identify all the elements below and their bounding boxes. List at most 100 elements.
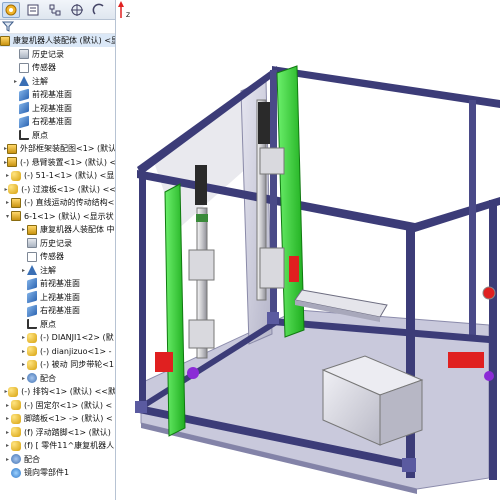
- tree-item[interactable]: ▸ (f) [ 零件11^康复机器人: [0, 439, 115, 452]
- tree-item[interactable]: 上视基准面: [0, 101, 115, 115]
- tree-item[interactable]: ▸ (-) 51-1<1> (默认) <显: [0, 169, 115, 182]
- expand-toggle[interactable]: ▸: [20, 267, 27, 274]
- tree-item[interactable]: 原点: [0, 318, 115, 331]
- tree-item[interactable]: ▾ 6-1<1> (默认) <显示状: [0, 210, 115, 223]
- tree-item-label: 脚踏板<1> -> (默认) <: [24, 414, 113, 423]
- tree-item-label: 右视基准面: [40, 306, 80, 315]
- assembly-icon: [11, 197, 21, 208]
- tree-item[interactable]: 上视基准面: [0, 290, 115, 304]
- property-manager-tab[interactable]: [24, 2, 42, 18]
- tree-item-label: 历史记录: [40, 238, 72, 248]
- filter-row: [0, 20, 115, 34]
- red-block-right: [448, 352, 484, 368]
- tree-item-label: (f) [ 零件11^康复机器人: [24, 441, 115, 450]
- expand-toggle[interactable]: ▸: [4, 172, 11, 179]
- tree-item-label: 康复机器人装配体 中: [40, 225, 115, 234]
- display-manager-tab[interactable]: [90, 2, 108, 18]
- feature-manager-tab[interactable]: [2, 1, 20, 18]
- tree-item-label: (f) 浮动踏脚<1> (默认): [24, 427, 111, 437]
- panel-tab-bar: [0, 0, 115, 20]
- tree-item-label: (-) 直线运动的传动结构<: [24, 198, 115, 207]
- tree-item[interactable]: ▸ 配合: [0, 453, 115, 466]
- tree-item[interactable]: 前视基准面: [0, 88, 115, 101]
- graphics-viewport[interactable]: Z: [117, 0, 500, 500]
- tree-root-assembly[interactable]: 康复机器人装配体 (默认) <显: [0, 34, 116, 47]
- tree-item-label: 历史记录: [32, 49, 64, 59]
- sensor-icon: [27, 251, 37, 262]
- plane-icon: [27, 277, 37, 290]
- tree-item[interactable]: ▸ (-) 过渡板<1> (默认) <<: [0, 183, 116, 196]
- tree-item[interactable]: ▸ 脚踏板<1> -> (默认) <: [0, 412, 115, 425]
- expand-toggle[interactable]: ▸: [20, 375, 27, 382]
- tree-item-label: (-) 51-1<1> (默认) <显: [24, 171, 115, 180]
- expand-toggle[interactable]: ▸: [4, 199, 11, 206]
- plane-icon: [19, 115, 29, 128]
- tree-item[interactable]: 右视基准面: [0, 115, 115, 128]
- tree-item[interactable]: ▸ (-) dianjizuo<1> -: [0, 345, 115, 358]
- expand-toggle[interactable]: ▸: [4, 442, 11, 449]
- tree-item-label: 原点: [32, 130, 48, 140]
- tree-root-label: 康复机器人装配体 (默认) <显: [13, 36, 116, 45]
- expand-toggle[interactable]: ▸: [20, 334, 27, 341]
- configuration-manager-tab[interactable]: [46, 2, 64, 18]
- annotation-icon: [27, 265, 37, 275]
- tree-item[interactable]: 传感器: [0, 250, 115, 263]
- tree-item[interactable]: ▸ (-) 固定尔<1> (默认) <: [0, 399, 115, 412]
- tree-item[interactable]: 历史记录: [0, 237, 115, 250]
- expand-toggle[interactable]: ▸: [4, 415, 11, 422]
- rear-motor: [258, 102, 270, 144]
- tree-item[interactable]: 历史记录: [0, 48, 115, 61]
- expand-toggle[interactable]: ▸: [4, 402, 11, 409]
- tree-item[interactable]: ▸ 注解: [0, 75, 115, 88]
- assembly-icon: [7, 157, 18, 167]
- expand-toggle[interactable]: ▸: [4, 429, 11, 436]
- tree-item[interactable]: ▸ (f) 浮动踏脚<1> (默认): [0, 426, 115, 439]
- expand-toggle[interactable]: ▾: [4, 213, 11, 220]
- tree-item[interactable]: ▸ 配合: [0, 372, 115, 385]
- part-icon: [27, 359, 37, 370]
- tree-item[interactable]: 传感器: [0, 61, 115, 74]
- tree-item[interactable]: 前视基准面: [0, 277, 115, 290]
- tree-item[interactable]: ▸ (-) 被动 同步带轮<1: [0, 358, 115, 371]
- part-icon: [27, 346, 37, 356]
- right-caster: [482, 286, 496, 300]
- tree-item-label: 原点: [40, 319, 56, 329]
- tree-item[interactable]: ▸ 康复机器人装配体 中: [0, 223, 115, 236]
- expand-toggle[interactable]: ▸: [4, 456, 11, 463]
- tree-item[interactable]: ▸ (-) 直线运动的传动结构<: [0, 196, 115, 209]
- right-caster-2: [484, 371, 494, 381]
- tree-item[interactable]: 原点: [0, 129, 115, 142]
- assembly-model: [135, 65, 500, 494]
- expand-toggle[interactable]: ▸: [20, 361, 27, 368]
- tree-item-label: (-) 悬臂装置<1> (默认) <: [20, 157, 116, 167]
- tree-item[interactable]: 镜向零部件1: [0, 466, 115, 479]
- red-block-left: [155, 352, 173, 372]
- triad-z-label: Z: [126, 12, 130, 19]
- expand-toggle[interactable]: ▸: [20, 226, 27, 233]
- dimxpert-tab[interactable]: [68, 2, 86, 18]
- part-icon: [11, 400, 21, 410]
- tree-item-label: 6-1<1> (默认) <显示状: [24, 211, 114, 221]
- expand-toggle[interactable]: ▸: [12, 78, 19, 85]
- tree-item[interactable]: ▸ (-) 排钩<1> (默认) <<默: [0, 385, 115, 398]
- part-icon: [8, 184, 19, 194]
- corner-bracket-1: [135, 401, 147, 413]
- mirror-icon: [11, 467, 21, 478]
- tree-item[interactable]: ▸ 外部框架装配图<1> (默认: [0, 142, 115, 155]
- part-icon: [11, 170, 21, 181]
- expand-toggle[interactable]: ▸: [20, 348, 27, 355]
- assembly-icon: [7, 143, 18, 154]
- tree-item[interactable]: ▸ 注解: [0, 264, 115, 277]
- corner-bracket-2: [267, 312, 279, 324]
- tree-item[interactable]: 右视基准面: [0, 304, 115, 317]
- tree-item[interactable]: ▸ (-) 悬臂装置<1> (默认) <: [0, 156, 116, 169]
- tree-item-label: (-) 过渡板<1> (默认) <<: [21, 184, 116, 194]
- tree-item-label: (-) dianjizuo<1> -: [40, 346, 112, 356]
- tree-item[interactable]: ▸ (-) DIANJI1<2> (默: [0, 331, 115, 344]
- plane-icon: [27, 304, 37, 317]
- tree-item-label: 传感器: [40, 252, 64, 261]
- frame-top-right-back: [415, 197, 500, 232]
- post-rear-right: [469, 100, 476, 340]
- post-front-right: [406, 228, 415, 478]
- filter-icon[interactable]: [2, 21, 14, 32]
